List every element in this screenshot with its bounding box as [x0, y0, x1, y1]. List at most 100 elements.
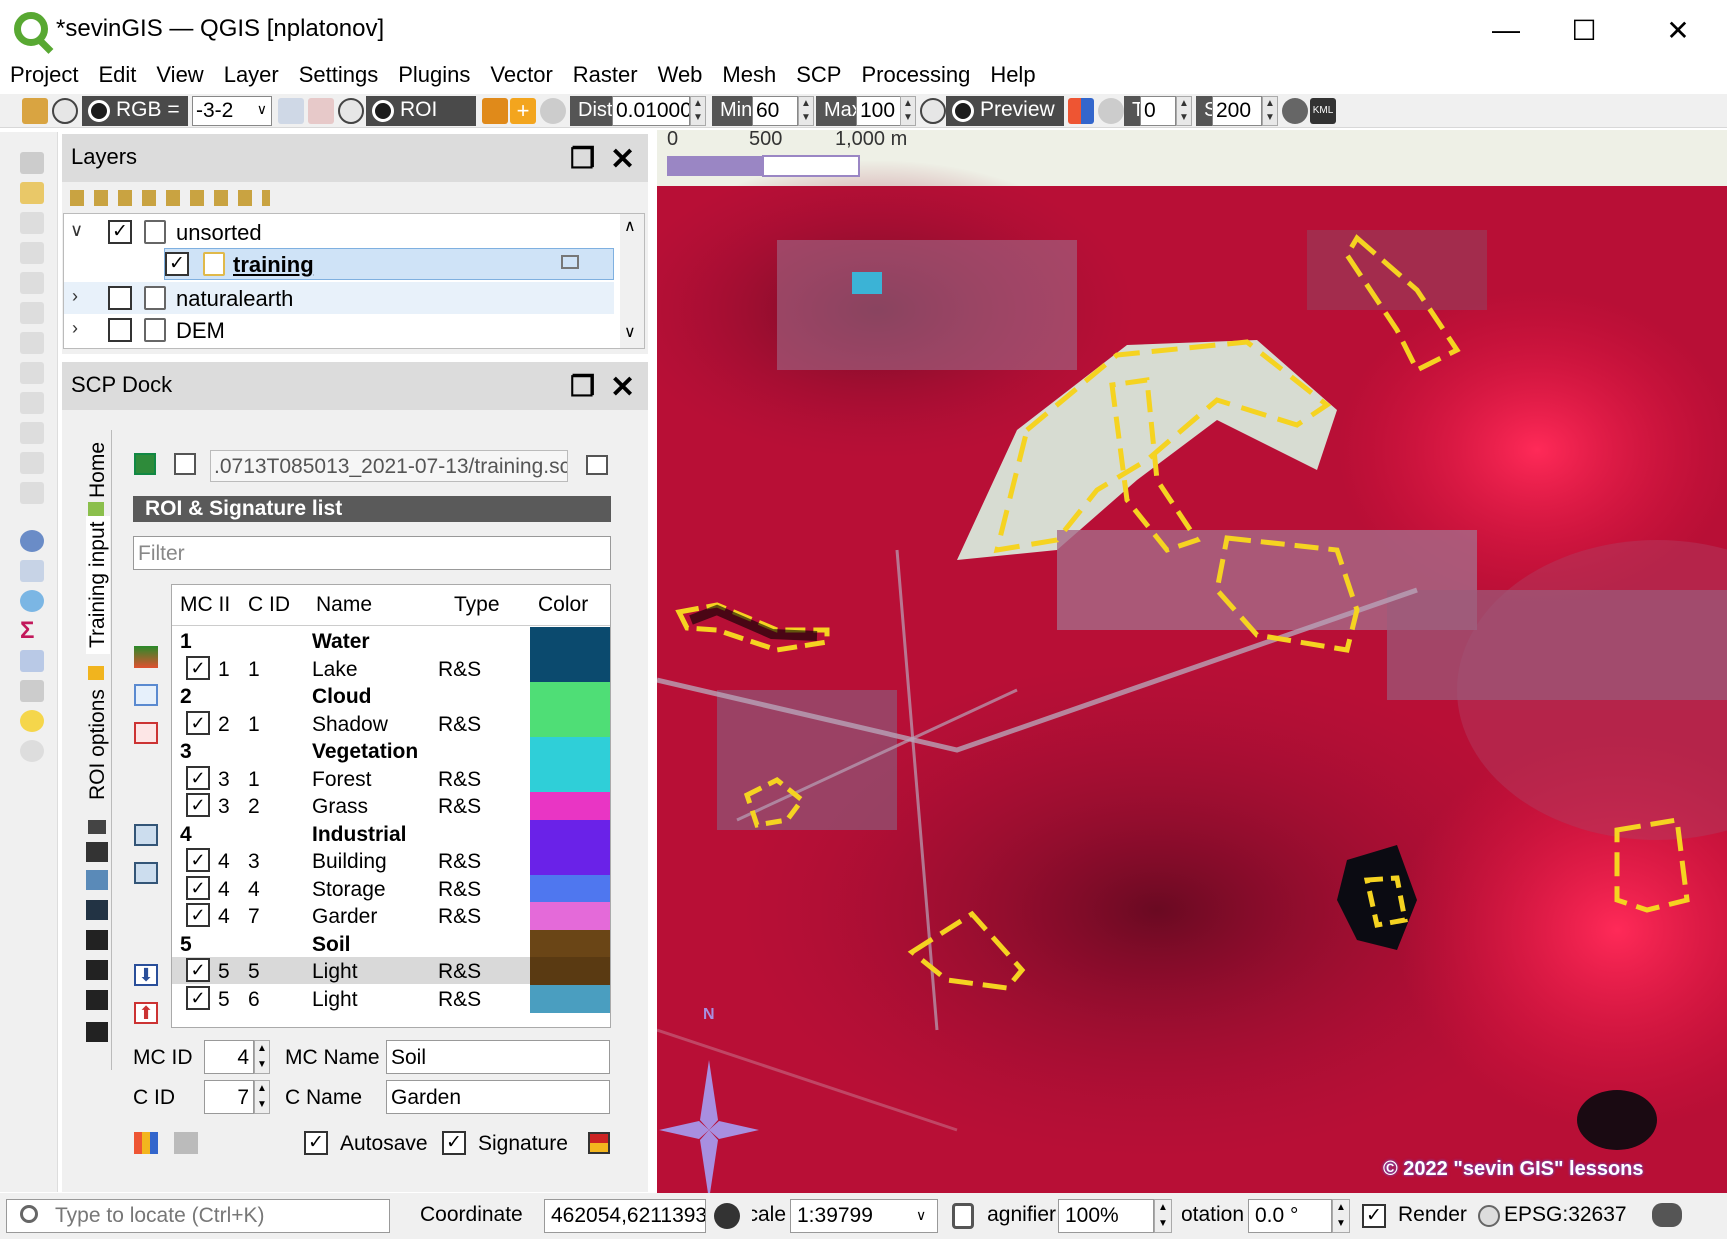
postprocess-tab-icon[interactable]	[86, 990, 108, 1010]
close-panel-icon[interactable]: ✕	[610, 142, 635, 177]
preview-toggle[interactable]: Preview	[946, 96, 1064, 126]
macroclass-row[interactable]: 2 Cloud	[172, 682, 610, 710]
delete-icon[interactable]	[20, 332, 44, 354]
roi-checkbox[interactable]: ✓	[186, 656, 210, 680]
max-input[interactable]: 100	[856, 96, 902, 126]
roi-checkbox[interactable]: ✓	[186, 848, 210, 872]
filter-input[interactable]: Filter	[133, 536, 611, 570]
pen-icon[interactable]	[20, 152, 44, 174]
min-input[interactable]: 60	[752, 96, 798, 126]
magnifier-spinner[interactable]: ▲ ▼	[1154, 1199, 1172, 1233]
color-swatch[interactable]	[530, 930, 610, 958]
vertex-tool-icon[interactable]	[20, 272, 44, 294]
tab-home[interactable]: Home	[86, 442, 110, 498]
menu-layer[interactable]: Layer	[214, 60, 289, 92]
macroclass-row[interactable]: 3 Vegetation	[172, 737, 610, 765]
new-training-file-icon[interactable]	[134, 453, 156, 475]
color-swatch[interactable]	[530, 847, 610, 875]
zoom-icon[interactable]	[52, 98, 78, 124]
map-tips-icon[interactable]	[20, 710, 44, 732]
rgb-combo[interactable]: -3-2 ∨	[192, 96, 272, 126]
import-signatures-icon[interactable]: ⬇	[134, 964, 158, 986]
max-spinner[interactable]: ▲ ▼	[900, 96, 916, 126]
color-swatch[interactable]	[530, 655, 610, 683]
class-row[interactable]: ✓ 4 7 Garder R&S	[172, 902, 610, 930]
measure-icon[interactable]	[20, 680, 44, 702]
maximize-button[interactable]: ☐	[1564, 14, 1604, 47]
band-set-icon[interactable]	[22, 98, 48, 124]
save-edits-icon[interactable]	[20, 212, 44, 234]
field-calc-icon[interactable]	[20, 650, 44, 672]
chevron-down-icon[interactable]: ∨	[624, 322, 636, 342]
menu-help[interactable]: Help	[980, 60, 1045, 92]
minimize-button[interactable]: —	[1486, 14, 1526, 46]
s-spinner[interactable]: ▲ ▼	[1262, 96, 1278, 126]
tools-tab-icon[interactable]	[88, 820, 106, 834]
c-name-input[interactable]: Garden	[386, 1080, 610, 1114]
t-input[interactable]: 0	[1140, 96, 1176, 126]
color-swatch[interactable]	[530, 792, 610, 820]
remove-temp-icon[interactable]	[1282, 98, 1308, 124]
dist-spinner[interactable]: ▲ ▼	[690, 96, 706, 126]
spectral-plot-icon[interactable]	[134, 824, 158, 846]
menu-settings[interactable]: Settings	[289, 60, 389, 92]
roi-toggle[interactable]: ROI	[366, 96, 476, 126]
close-button[interactable]: ✕	[1658, 14, 1698, 47]
remove-file-icon[interactable]	[586, 455, 608, 475]
magnifier-field[interactable]: 100%	[1058, 1199, 1154, 1233]
dist-input[interactable]: 0.01000	[612, 96, 690, 126]
column-header-type[interactable]: Type	[454, 593, 500, 617]
class-row[interactable]: ✓ 3 2 Grass R&S	[172, 792, 610, 820]
calculate-signatures-icon[interactable]	[134, 684, 158, 706]
redo-roi-icon[interactable]	[540, 98, 566, 124]
map-canvas[interactable]: 0 500 1,000 m N © 2022 "sevin GIS" lesso…	[657, 130, 1727, 1193]
color-swatch[interactable]	[530, 875, 610, 903]
sigma-icon[interactable]: Σ	[20, 619, 44, 643]
menu-mesh[interactable]: Mesh	[712, 60, 786, 92]
class-row[interactable]: ✓ 4 4 Storage R&S	[172, 875, 610, 903]
color-swatch[interactable]	[530, 710, 610, 738]
c-id-input[interactable]: 7	[204, 1080, 254, 1114]
add-feature-icon[interactable]	[20, 242, 44, 264]
column-header-name[interactable]: Name	[316, 593, 372, 617]
menu-edit[interactable]: Edit	[88, 60, 146, 92]
menu-view[interactable]: View	[146, 60, 213, 92]
copy-icon[interactable]	[20, 392, 44, 414]
class-row[interactable]: ✓ 5 5 Light R&S	[172, 957, 610, 985]
layer-toolbar-icons[interactable]	[70, 190, 270, 206]
scatter-plot-icon[interactable]	[134, 862, 158, 884]
roi-checkbox[interactable]: ✓	[186, 766, 210, 790]
mc-name-input[interactable]: Soil	[386, 1040, 610, 1074]
messages-icon[interactable]	[1652, 1203, 1682, 1227]
attribute-table-icon[interactable]	[20, 560, 44, 582]
chevron-right-icon[interactable]: ›	[72, 318, 78, 339]
column-header-mc-id[interactable]: MC II	[180, 593, 230, 617]
layer-group-naturalearth[interactable]: › naturalearth	[64, 282, 614, 314]
locator-input[interactable]: Type to locate (Ctrl+K)	[6, 1199, 390, 1233]
color-swatch[interactable]	[530, 737, 610, 765]
draw-roi-icon[interactable]	[482, 98, 508, 124]
lock-icon[interactable]	[952, 1203, 974, 1229]
paste-icon[interactable]	[20, 422, 44, 444]
export-tab-icon[interactable]	[86, 930, 108, 950]
kml-icon[interactable]: KML	[1310, 98, 1336, 124]
layer-group-dem[interactable]: › DEM	[64, 314, 614, 346]
redo-preview-icon[interactable]	[1098, 98, 1124, 124]
menu-processing[interactable]: Processing	[851, 60, 980, 92]
download-tab-icon[interactable]	[86, 900, 108, 920]
macroclass-row[interactable]: 5 Soil	[172, 930, 610, 958]
digitize-icon[interactable]	[20, 302, 44, 324]
menu-plugins[interactable]: Plugins	[388, 60, 480, 92]
close-panel-icon[interactable]: ✕	[610, 370, 635, 405]
layer-checkbox[interactable]	[108, 318, 132, 342]
crs-label[interactable]: EPSG:32637	[1504, 1203, 1627, 1227]
rgb-stretch-icon[interactable]	[308, 98, 334, 124]
class-row[interactable]: ✓ 2 1 Shadow R&S	[172, 710, 610, 738]
globe-icon[interactable]	[1478, 1205, 1500, 1227]
class-row[interactable]: ✓ 1 1 Lake R&S	[172, 655, 610, 683]
signature-checkbox[interactable]: ✓	[442, 1131, 466, 1155]
rgb-toggle[interactable]: RGB =	[82, 96, 188, 126]
identify-icon[interactable]	[20, 530, 44, 552]
roi-checkbox[interactable]: ✓	[186, 793, 210, 817]
layer-checkbox[interactable]: ✓	[108, 220, 132, 244]
